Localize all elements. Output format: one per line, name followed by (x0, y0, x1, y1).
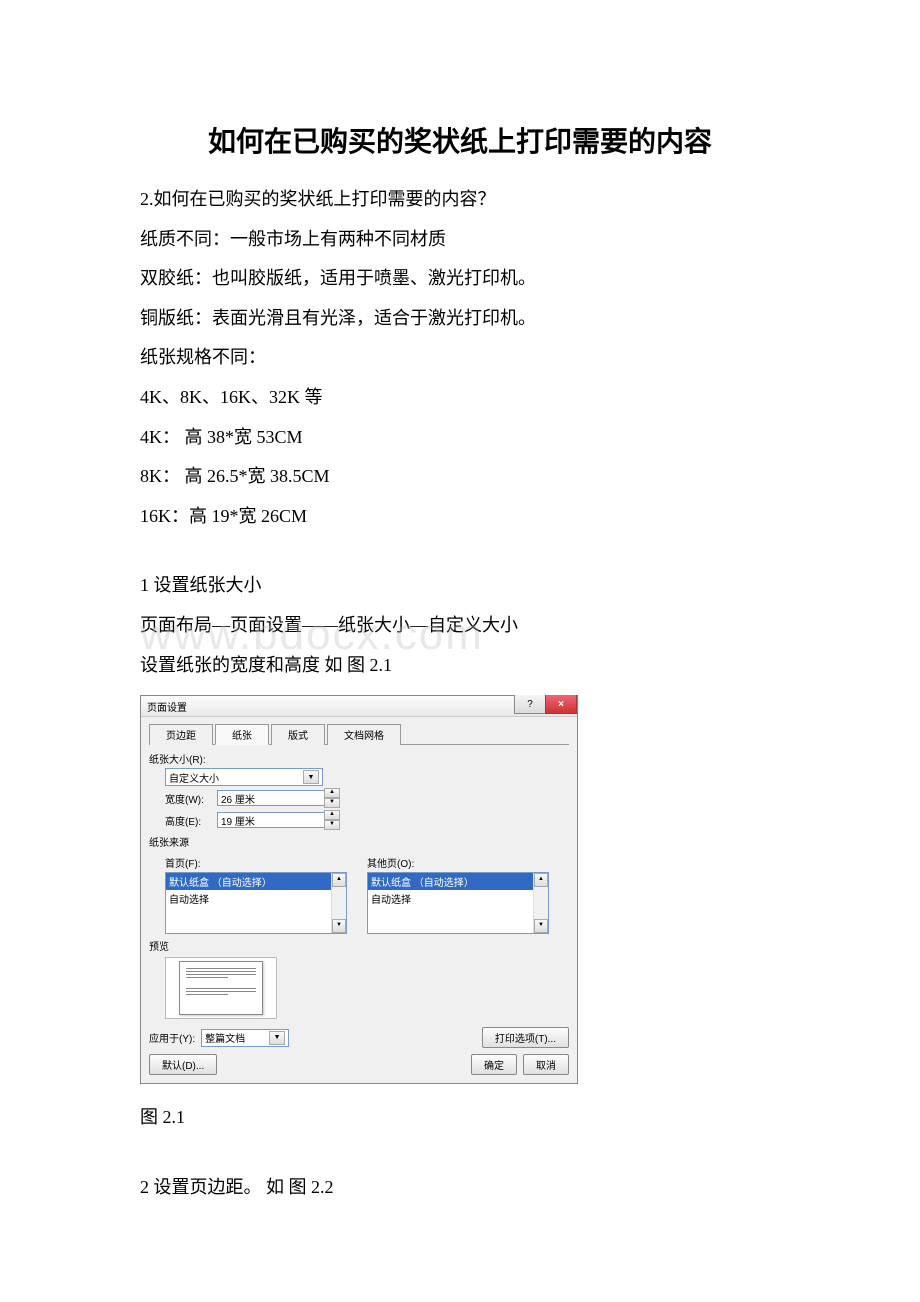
paragraph: 铜版纸：表面光滑且有光泽，适合于激光打印机。 (140, 299, 780, 339)
first-page-label: 首页(F): (165, 855, 347, 870)
list-item[interactable]: 自动选择 (368, 890, 548, 907)
page-title: 如何在已购买的奖状纸上打印需要的内容 (140, 120, 780, 160)
paper-size-value: 自定义大小 (169, 770, 219, 785)
spinner-up[interactable]: ▲ (324, 810, 340, 820)
preview-page-icon (179, 961, 263, 1015)
paper-source-label: 纸张来源 (149, 834, 569, 849)
page-setup-dialog: 页面设置 ? × 页边距 纸张 版式 文档网格 纸张大小(R): 自定义大小 ▼ (140, 695, 578, 1084)
default-button[interactable]: 默认(D)... (149, 1054, 217, 1075)
step-text: 页面布局—页面设置——纸张大小—自定义大小 (140, 606, 780, 646)
chevron-down-icon: ▼ (269, 1031, 285, 1045)
paper-size-label: 纸张大小(R): (149, 751, 569, 766)
step-heading: 2 设置页边距。 如 图 2.2 (140, 1168, 780, 1208)
figure-caption: 图 2.1 (140, 1098, 780, 1138)
tab-margin[interactable]: 页边距 (149, 724, 213, 745)
document-body: 2.如何在已购买的奖状纸上打印需要的内容？ 纸质不同：一般市场上有两种不同材质 … (140, 180, 780, 685)
other-page-label: 其他页(O): (367, 855, 549, 870)
paragraph: 纸张规格不同： (140, 338, 780, 378)
paragraph: 纸质不同：一般市场上有两种不同材质 (140, 220, 780, 260)
height-label: 高度(E): (165, 813, 217, 828)
print-options-button[interactable]: 打印选项(T)... (482, 1027, 569, 1048)
tab-strip: 页边距 纸张 版式 文档网格 (149, 723, 569, 745)
tab-layout[interactable]: 版式 (271, 724, 325, 745)
preview-label: 预览 (149, 938, 569, 953)
apply-value: 整篇文档 (205, 1030, 245, 1045)
apply-combo[interactable]: 整篇文档 ▼ (201, 1029, 289, 1047)
apply-label: 应用于(Y): (149, 1030, 195, 1045)
spinner-up[interactable]: ▲ (324, 788, 340, 798)
ok-button[interactable]: 确定 (471, 1054, 517, 1075)
scroll-up-icon[interactable]: ▲ (332, 873, 346, 887)
chevron-down-icon: ▼ (303, 770, 319, 784)
scroll-down-icon[interactable]: ▼ (534, 919, 548, 933)
list-item[interactable]: 默认纸盒 （自动选择） (368, 873, 548, 890)
close-button[interactable]: × (545, 695, 577, 714)
step-heading: 1 设置纸张大小 (140, 566, 780, 606)
scroll-down-icon[interactable]: ▼ (332, 919, 346, 933)
scroll-up-icon[interactable]: ▲ (534, 873, 548, 887)
other-page-listbox[interactable]: 默认纸盒 （自动选择） 自动选择 ▲ ▼ (367, 872, 549, 934)
list-item[interactable]: 默认纸盒 （自动选择） (166, 873, 346, 890)
dialog-titlebar: 页面设置 ? × (141, 696, 577, 717)
question-line: 2.如何在已购买的奖状纸上打印需要的内容？ (140, 180, 780, 220)
paragraph: 16K：高 19*宽 26CM (140, 497, 780, 537)
paragraph: 4K、8K、16K、32K 等 (140, 378, 780, 418)
spinner-down[interactable]: ▼ (324, 798, 340, 808)
height-input[interactable]: 19 厘米 (217, 812, 325, 828)
tab-grid[interactable]: 文档网格 (327, 724, 401, 745)
paragraph: 8K： 高 26.5*宽 38.5CM (140, 457, 780, 497)
help-button[interactable]: ? (514, 695, 546, 714)
dialog-title: 页面设置 (145, 699, 187, 714)
width-label: 宽度(W): (165, 791, 217, 806)
spinner-down[interactable]: ▼ (324, 820, 340, 830)
scrollbar[interactable]: ▲ ▼ (331, 873, 346, 933)
first-page-listbox[interactable]: 默认纸盒 （自动选择） 自动选择 ▲ ▼ (165, 872, 347, 934)
scrollbar[interactable]: ▲ ▼ (533, 873, 548, 933)
preview-area (165, 957, 277, 1019)
paragraph: 双胶纸：也叫胶版纸，适用于喷墨、激光打印机。 (140, 259, 780, 299)
list-item[interactable]: 自动选择 (166, 890, 346, 907)
tab-paper[interactable]: 纸张 (215, 724, 269, 745)
paper-size-combo[interactable]: 自定义大小 ▼ (165, 768, 323, 786)
cancel-button[interactable]: 取消 (523, 1054, 569, 1075)
step-text: 设置纸张的宽度和高度 如 图 2.1 (140, 646, 780, 686)
paragraph: 4K： 高 38*宽 53CM (140, 418, 780, 458)
width-input[interactable]: 26 厘米 (217, 790, 325, 806)
